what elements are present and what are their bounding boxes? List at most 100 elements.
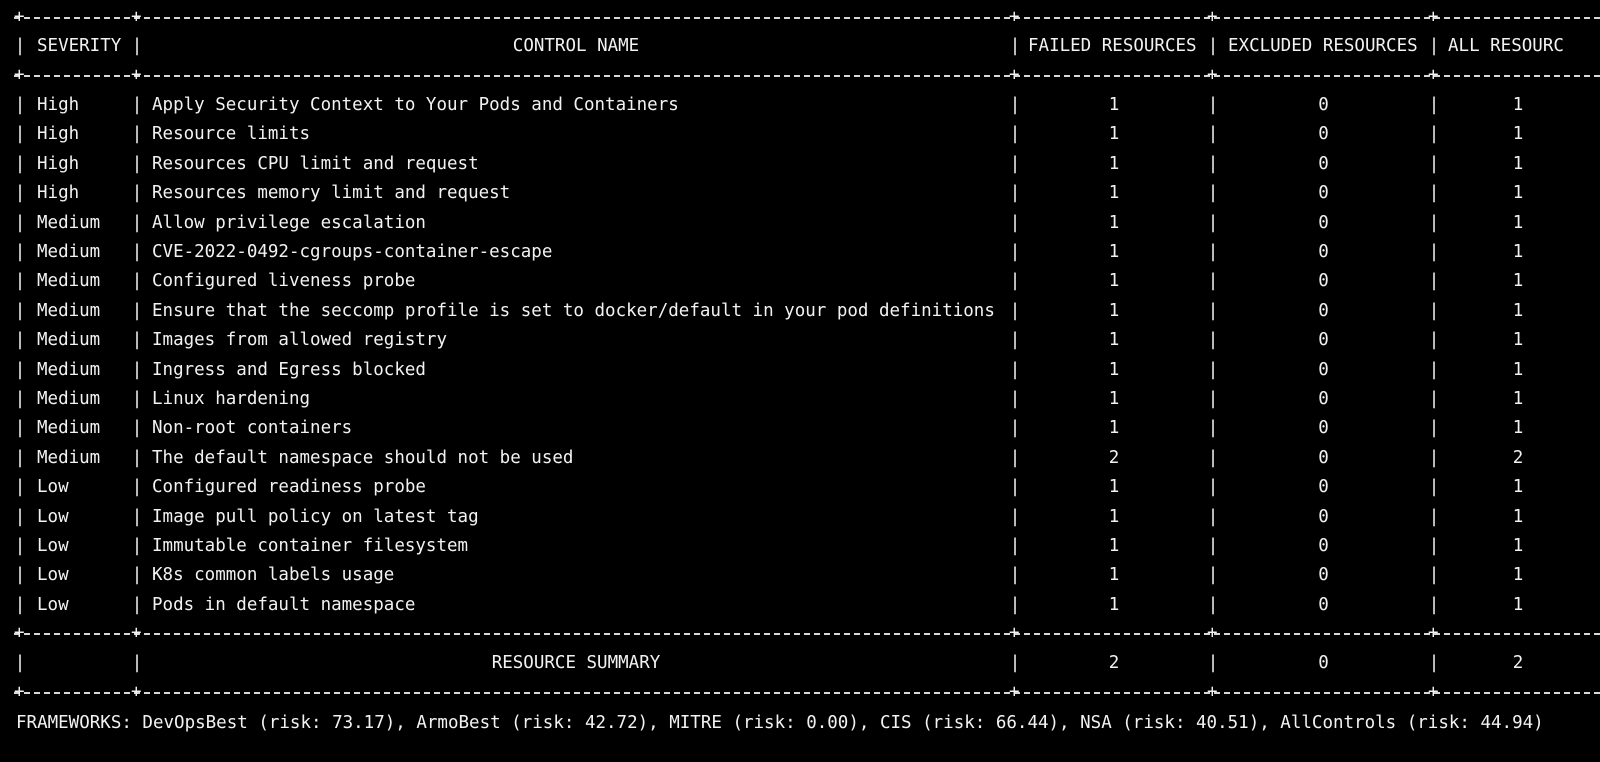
cell-control-name: Ensure that the seccomp profile is set t… [152,301,995,321]
column-separator: | [1009,477,1021,497]
column-separator: | [1428,389,1440,409]
column-separator: | [14,360,26,380]
border-junction: + [131,7,142,27]
cell-control-name: Allow privilege escalation [152,213,426,233]
border-junction: + [1428,623,1439,643]
cell-all-resources: 1 [1512,507,1524,527]
cell-severity: Low [37,477,69,497]
column-separator: | [1009,507,1021,527]
table-row: | Medium | Non-root containers | 1 | 0 | 1 [0,413,1600,443]
column-separator: | [131,565,143,585]
column-separator: | [14,183,26,203]
cell-excluded-resources: 0 [1318,418,1329,438]
cell-all-resources: 1 [1512,95,1524,115]
column-separator: | [1428,653,1440,673]
column-separator: | [131,124,143,144]
table-row: | Low | Pods in default namespace | 1 | 0 | 1 [0,590,1600,620]
column-separator: | [1207,330,1219,350]
cell-all-resources: 1 [1512,565,1524,585]
column-separator: | [14,213,26,233]
cell-failed-resources: 1 [1108,507,1120,527]
cell-failed-resources: 1 [1108,271,1120,291]
summary-failed: 2 [1108,653,1120,673]
cell-failed-resources: 1 [1108,360,1120,380]
cell-control-name: Image pull policy on latest tag [152,507,479,527]
cell-severity: Medium [37,389,101,409]
cell-control-name: Immutable container filesystem [152,536,469,556]
column-separator: | [1009,448,1021,468]
column-separator: | [131,301,143,321]
cell-failed-resources: 1 [1108,124,1120,144]
column-separator: | [1207,595,1219,615]
cell-failed-resources: 1 [1108,418,1120,438]
cell-all-resources: 1 [1512,389,1524,409]
table-row: | Medium | Allow privilege escalation | 1 | 0 | 1 [0,208,1600,238]
table-border-top: + + + + + [0,2,1600,32]
column-separator: | [1207,124,1219,144]
cell-control-name: CVE-2022-0492-cgroups-container-escape [152,242,553,262]
cell-failed-resources: 1 [1108,213,1120,233]
cell-excluded-resources: 0 [1318,213,1329,233]
column-separator: | [1207,95,1219,115]
cell-control-name: Apply Security Context to Your Pods and … [152,95,679,115]
cell-failed-resources: 1 [1108,536,1120,556]
column-separator: | [1207,653,1219,673]
column-separator: | [14,389,26,409]
header-all-resources: ALL RESOURC [1448,36,1564,56]
column-separator: | [1207,242,1219,262]
column-separator: | [131,154,143,174]
header-control-name: CONTROL NAME [512,36,640,56]
cell-excluded-resources: 0 [1318,154,1329,174]
column-separator: | [14,271,26,291]
border-corner: + [14,682,25,702]
column-separator: | [1428,448,1440,468]
cell-severity: Medium [37,213,101,233]
cell-all-resources: 1 [1512,183,1524,203]
cell-failed-resources: 1 [1108,389,1120,409]
border-corner: + [14,623,25,643]
table-row: | Medium | Images from allowed registry | 1 | 0… [0,325,1600,355]
column-separator: | [14,242,26,262]
terminal-window: + + + + + | SEVERITY | CONTROL NAME | FA… [0,0,1600,762]
column-separator: | [131,448,143,468]
cell-control-name: Images from allowed registry [152,330,448,350]
column-separator: | [131,213,143,233]
cell-excluded-resources: 0 [1318,330,1329,350]
column-separator: | [131,95,143,115]
border-junction: + [131,623,142,643]
column-separator: | [1009,95,1021,115]
header-severity: SEVERITY [37,36,122,56]
cell-control-name: Resources memory limit and request [152,183,511,203]
column-separator: | [1009,242,1021,262]
cell-excluded-resources: 0 [1318,271,1329,291]
column-separator: | [1428,301,1440,321]
cell-all-resources: 1 [1512,242,1524,262]
cell-all-resources: 1 [1512,154,1524,174]
column-separator: | [131,242,143,262]
cell-all-resources: 1 [1512,330,1524,350]
column-separator: | [1009,418,1021,438]
column-separator: | [1428,330,1440,350]
cell-all-resources: 1 [1512,301,1524,321]
column-separator: | [1207,360,1219,380]
column-separator: | [14,477,26,497]
cell-severity: Medium [37,301,101,321]
border-dashes [14,633,1600,635]
column-separator: | [1428,124,1440,144]
cell-excluded-resources: 0 [1318,595,1329,615]
column-separator: | [1009,536,1021,556]
column-separator: | [1428,183,1440,203]
column-separator: | [131,360,143,380]
cell-severity: High [37,124,80,144]
border-junction: + [1428,682,1439,702]
column-separator: | [1009,301,1021,321]
column-separator: | [1428,418,1440,438]
column-separator: | [1207,213,1219,233]
cell-failed-resources: 1 [1108,477,1120,497]
column-separator: | [1009,653,1021,673]
column-separator: | [1009,389,1021,409]
cell-excluded-resources: 0 [1318,477,1329,497]
cell-severity: High [37,95,80,115]
border-junction: + [1009,7,1020,27]
column-separator: | [14,330,26,350]
